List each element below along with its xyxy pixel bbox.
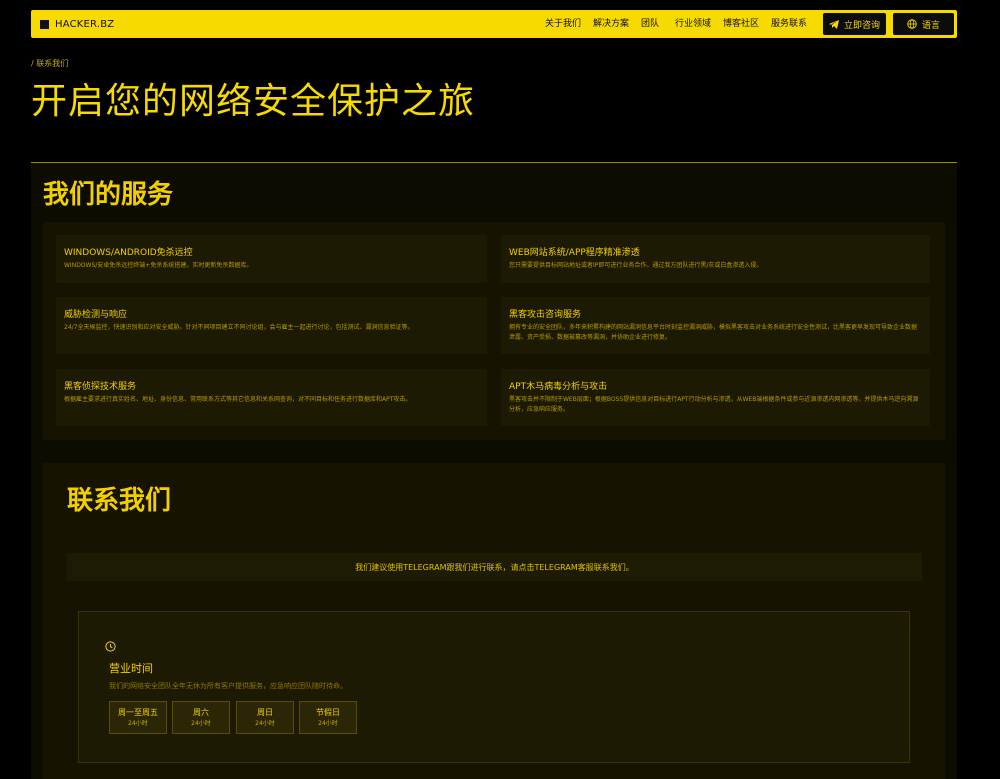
- hours-slot-holidays: 节假日 24小时: [299, 701, 357, 734]
- slot-day: 周一至周五: [118, 708, 158, 717]
- contact-title: 联系我们: [67, 486, 172, 516]
- services-grid: WINDOWS/ANDROID免杀远控 WINDOWS/安卓免杀远控终端+免杀系…: [43, 222, 945, 440]
- service-card-investigation[interactable]: 黑客侦探技术服务 根据雇主要求进行真实姓名、地址、身份信息、常用联系方式等其它信…: [56, 369, 487, 426]
- services-title: 我们的服务: [43, 180, 174, 210]
- breadcrumb[interactable]: / 联系我们: [31, 58, 68, 69]
- telegram-notice[interactable]: 我们建议使用TELEGRAM跟我们进行联系，请点击TELEGRAM客服联系我们。: [67, 553, 922, 581]
- service-card-apt-analysis[interactable]: APT木马病毒分析与攻击 黑客攻击并不限制于WEB层面；根据BOSS提供信息对目…: [501, 369, 930, 426]
- service-title: APT木马病毒分析与攻击: [509, 382, 608, 392]
- nav-links: 关于我们 解决方案 团队 行业领域 博客社区 服务联系 立即咨询 语言: [31, 10, 957, 38]
- service-desc: 根据雇主要求进行真实姓名、地址、身份信息、常用联系方式等其它信息和关系网查询，对…: [64, 396, 412, 403]
- slot-time: 24小时: [318, 720, 338, 727]
- hours-desc: 我们的网络安全团队全年无休为所有客户提供服务，应急响应团队随时待命。: [109, 682, 347, 690]
- consult-button[interactable]: 立即咨询: [823, 13, 886, 35]
- top-nav: HACKER.BZ 关于我们 解决方案 团队 行业领域 博客社区 服务联系 立即…: [31, 10, 957, 38]
- service-card-web-pentest[interactable]: WEB网站系统/APP程序精准渗透 您只需要提供目标网站地址或者IP即可进行业务…: [501, 235, 930, 283]
- hours-slot-sunday: 周日 24小时: [236, 701, 294, 734]
- service-title: 黑客攻击咨询服务: [509, 310, 582, 320]
- nav-link-solutions[interactable]: 解决方案: [593, 18, 629, 30]
- service-card-hacking-consulting[interactable]: 黑客攻击咨询服务 拥有专业的安全团队，多年来积累构建的网站漏洞信息平台时刻监控漏…: [501, 297, 930, 354]
- telegram-icon: [828, 19, 839, 29]
- service-desc: WINDOWS/安卓免杀远控终端+免杀系统搭建。实时更新免杀数据库。: [64, 262, 253, 269]
- nav-link-blog[interactable]: 博客社区: [723, 18, 759, 30]
- service-desc: 您只需要提供目标网站地址或者IP即可进行业务合作。通过我方团队进行黑/灰或白盒渗…: [509, 262, 763, 269]
- nav-link-industries[interactable]: 行业领域: [675, 18, 711, 30]
- service-desc: 24/7全天候监控，快速识别和应对安全威胁。针对不同项目建立不同讨论组，会与雇主…: [64, 324, 414, 331]
- nav-link-contact[interactable]: 服务联系: [771, 18, 807, 30]
- language-button[interactable]: 语言: [893, 13, 954, 35]
- service-desc: 黑客攻击并不限制于WEB层面；根据BOSS提供信息对目标进行APT行动分析与渗透…: [509, 396, 919, 413]
- consult-label: 立即咨询: [843, 20, 880, 31]
- service-desc: 拥有专业的安全团队，多年来积累构建的网站漏洞信息平台时刻监控漏洞威胁，模拟黑客攻…: [509, 324, 918, 341]
- service-title: 威胁检测与响应: [64, 310, 128, 320]
- service-card-remote-control[interactable]: WINDOWS/ANDROID免杀远控 WINDOWS/安卓免杀远控终端+免杀系…: [56, 235, 487, 283]
- clock-icon: [105, 641, 116, 652]
- globe-icon: [907, 19, 917, 29]
- slot-time: 24小时: [255, 720, 275, 727]
- hours-slot-saturday: 周六 24小时: [172, 701, 230, 734]
- page-title: 开启您的网络安全保护之旅: [31, 81, 476, 122]
- hours-slot-weekdays: 周一至周五 24小时: [109, 701, 167, 734]
- service-title: 黑客侦探技术服务: [64, 382, 137, 392]
- service-title: WINDOWS/ANDROID免杀远控: [64, 248, 193, 258]
- language-label: 语言: [921, 20, 940, 31]
- slot-time: 24小时: [191, 720, 211, 727]
- service-title: WEB网站系统/APP程序精准渗透: [509, 248, 640, 258]
- hours-title: 营业时间: [109, 662, 153, 675]
- slot-day: 周六: [193, 708, 209, 717]
- service-card-threat-detection[interactable]: 威胁检测与响应 24/7全天候监控，快速识别和应对安全威胁。针对不同项目建立不同…: [56, 297, 487, 354]
- slot-day: 节假日: [316, 708, 340, 717]
- telegram-notice-text: 我们建议使用TELEGRAM跟我们进行联系，请点击TELEGRAM客服联系我们。: [355, 562, 634, 572]
- slot-day: 周日: [257, 708, 273, 717]
- nav-link-about[interactable]: 关于我们: [545, 18, 581, 30]
- nav-link-team[interactable]: 团队: [641, 18, 659, 30]
- slot-time: 24小时: [128, 720, 148, 727]
